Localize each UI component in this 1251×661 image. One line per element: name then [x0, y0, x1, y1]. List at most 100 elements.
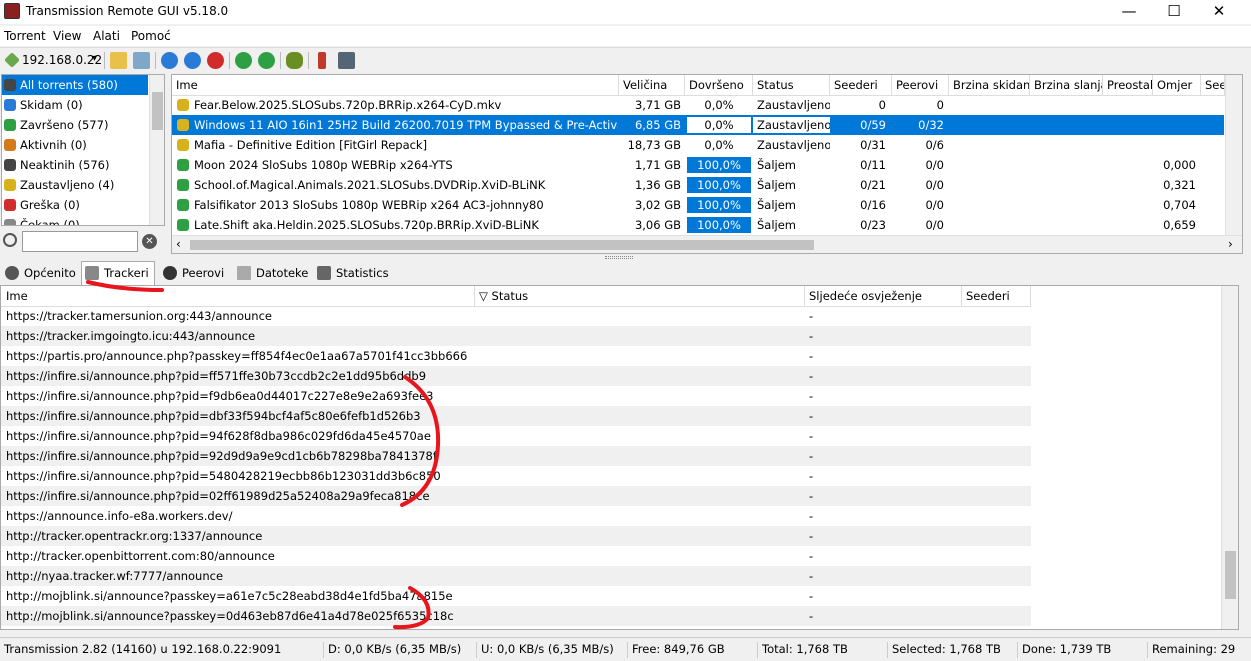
menu-view[interactable]: View	[53, 29, 81, 43]
tab-trackers[interactable]: Trackeri	[81, 261, 155, 286]
torrent-name: Mafia - Definitive Edition [FitGirl Repa…	[194, 138, 428, 152]
connect-icon[interactable]	[4, 52, 20, 68]
tracker-row[interactable]: https://tracker.tamersunion.org:443/anno…	[1, 306, 1031, 326]
tracker-row[interactable]: https://announce.info-e8a.workers.dev/ -	[1, 506, 1031, 526]
menu-tools[interactable]: Alati	[93, 29, 120, 43]
torrent-size: 3,71 GB	[634, 98, 681, 112]
tab-files[interactable]: Datoteke	[234, 262, 310, 284]
progress-bar: 0,0%	[704, 138, 734, 152]
scrollbar-thumb[interactable]	[1225, 551, 1236, 599]
maximize-button[interactable]: ☐	[1151, 0, 1197, 24]
torrent-vertical-scrollbar[interactable]	[1225, 75, 1242, 235]
menu-torrent[interactable]: Torrent	[4, 29, 46, 43]
sort-indicator-icon: ▽	[479, 289, 488, 303]
menu-help[interactable]: Pomoć	[131, 29, 171, 43]
paused-icon	[177, 99, 189, 111]
tracker-row[interactable]: http://tracker.openbittorrent.com:80/ann…	[1, 546, 1031, 566]
column-header-next-update[interactable]: Sljedeće osvježenje	[805, 286, 962, 307]
column-header-remaining[interactable]: Preostalo	[1103, 75, 1153, 96]
column-header-name[interactable]: Ime	[172, 75, 619, 96]
tracker-row[interactable]: http://nyaa.tracker.wf:7777/announce -	[1, 566, 1031, 586]
toolbar-separator	[229, 52, 230, 69]
chevron-down-icon[interactable]: ▾	[92, 53, 97, 64]
tracker-row[interactable]: https://infire.si/announce.php?pid=92d9d…	[1, 446, 1031, 466]
column-header-seeds[interactable]: Seederi	[830, 75, 892, 96]
pause-icon[interactable]	[184, 52, 201, 69]
tracker-row[interactable]: https://infire.si/announce.php?pid=94f62…	[1, 426, 1031, 446]
column-header-status[interactable]: Status	[753, 75, 830, 96]
tracker-row[interactable]: http://tracker.opentrackr.org:1337/annou…	[1, 526, 1031, 546]
close-button[interactable]: ✕	[1196, 0, 1242, 24]
torrent-row[interactable]: Late.Shift aka.Heldin.2025.SLOSubs.720p.…	[172, 215, 1224, 235]
clear-search-icon[interactable]: ✕	[142, 234, 157, 249]
add-url-icon[interactable]	[133, 52, 150, 69]
category-item[interactable]: All torrents (580)	[2, 75, 148, 95]
column-header-name[interactable]: Ime	[1, 286, 475, 307]
remove-icon[interactable]	[207, 52, 224, 69]
move-up-icon[interactable]	[235, 52, 252, 69]
category-scrollbar[interactable]	[149, 75, 164, 225]
tracker-row[interactable]: https://infire.si/announce.php?pid=f9db6…	[1, 386, 1031, 406]
scroll-left-arrow[interactable]: ‹	[176, 237, 181, 251]
search-input[interactable]	[22, 231, 138, 252]
detail-tabs: Općenito Trackeri Peerovi Datoteke Stati…	[0, 261, 1251, 286]
torrent-row[interactable]: Moon 2024 SloSubs 1080p WEBRip x264-YTS 1…	[172, 155, 1224, 175]
tab-peers[interactable]: Peerovi	[160, 262, 230, 284]
category-item[interactable]: Završeno (577)	[2, 115, 148, 135]
category-item[interactable]: Skidam (0)	[2, 95, 148, 115]
category-item[interactable]: Čekam (0)	[2, 215, 148, 225]
torrent-name: Late.Shift aka.Heldin.2025.SLOSubs.720p.…	[194, 218, 539, 232]
tracker-row[interactable]: https://partis.pro/announce.php?passkey=…	[1, 346, 1031, 366]
column-header-done[interactable]: Dovršeno	[685, 75, 753, 96]
tab-label: Statistics	[336, 266, 389, 280]
tracker-scrollbar[interactable]	[1221, 286, 1238, 629]
scroll-right-arrow[interactable]: ›	[1228, 237, 1233, 251]
start-icon[interactable]	[161, 52, 178, 69]
torrent-horizontal-scrollbar[interactable]: ‹ ›	[172, 235, 1242, 253]
torrent-name: Moon 2024 SloSubs 1080p WEBRip x264-YTS	[194, 158, 453, 172]
column-header-status[interactable]: ▽ Status	[475, 286, 805, 307]
tools-icon[interactable]	[338, 52, 355, 69]
tracker-row[interactable]: https://tracker.imgoingto.icu:443/announ…	[1, 326, 1031, 346]
tracker-row[interactable]: http://mojblink.si/announce?passkey=a61e…	[1, 586, 1031, 606]
splitter-handle[interactable]	[605, 256, 633, 259]
torrent-row[interactable]: Fear.Below.2025.SLOSubs.720p.BRRip.x264-…	[172, 95, 1224, 115]
move-down-icon[interactable]	[258, 52, 275, 69]
scrollbar-thumb[interactable]	[152, 92, 163, 130]
tracker-row[interactable]: http://mojblink.si/announce?passkey=0d46…	[1, 606, 1031, 626]
column-header-up-speed[interactable]: Brzina slanja	[1030, 75, 1103, 96]
tab-statistics[interactable]: Statistics	[314, 262, 389, 284]
settings-wrench-icon[interactable]	[318, 52, 326, 69]
tracker-next-update: -	[809, 529, 814, 543]
minimize-button[interactable]: —	[1106, 0, 1152, 24]
open-torrent-icon[interactable]	[110, 52, 127, 69]
torrent-row[interactable]: Falsifikator 2013 SloSubs 1080p WEBRip x…	[172, 195, 1224, 215]
category-item[interactable]: Greška (0)	[2, 195, 148, 215]
menu-bar: Torrent View Alati Pomoć	[0, 26, 1251, 46]
host-selector[interactable]: 192.168.0.22	[22, 53, 102, 67]
column-header-seed-time[interactable]: See	[1201, 75, 1225, 96]
column-header-peers[interactable]: Peerovi	[892, 75, 949, 96]
tracker-row[interactable]: https://infire.si/announce.php?pid=dbf33…	[1, 406, 1031, 426]
column-header-ratio[interactable]: Omjer	[1153, 75, 1201, 96]
torrent-row[interactable]: School.of.Magical.Animals.2021.SLOSubs.D…	[172, 175, 1224, 195]
progress-bar: 100,0%	[687, 157, 751, 173]
torrent-name: Fear.Below.2025.SLOSubs.720p.BRRip.x264-…	[194, 98, 502, 112]
tracker-row[interactable]: https://infire.si/announce.php?pid=02ff6…	[1, 486, 1031, 506]
category-item[interactable]: Neaktinih (576)	[2, 155, 148, 175]
tracker-row[interactable]: https://infire.si/announce.php?pid=ff571…	[1, 366, 1031, 386]
category-item[interactable]: Aktivnih (0)	[2, 135, 148, 155]
tab-general[interactable]: Općenito	[2, 262, 78, 284]
category-item[interactable]: Zaustavljeno (4)	[2, 175, 148, 195]
seeding-icon	[177, 179, 189, 191]
column-header-seeds[interactable]: Seederi	[962, 286, 1031, 307]
torrent-row[interactable]: Mafia - Definitive Edition [FitGirl Repa…	[172, 135, 1224, 155]
torrent-row[interactable]: Windows 11 AIO 16in1 25H2 Build 26200.70…	[172, 115, 1224, 135]
column-header-down-speed[interactable]: Brzina skidanja	[949, 75, 1030, 96]
scrollbar-thumb[interactable]	[190, 240, 814, 250]
tracker-url: https://infire.si/announce.php?pid=dbf33…	[6, 409, 421, 423]
column-header-size[interactable]: Veličina	[619, 75, 685, 96]
tracker-url: http://tracker.openbittorrent.com:80/ann…	[6, 549, 275, 563]
turtle-icon[interactable]	[286, 52, 303, 69]
tracker-row[interactable]: https://infire.si/announce.php?pid=54804…	[1, 466, 1031, 486]
